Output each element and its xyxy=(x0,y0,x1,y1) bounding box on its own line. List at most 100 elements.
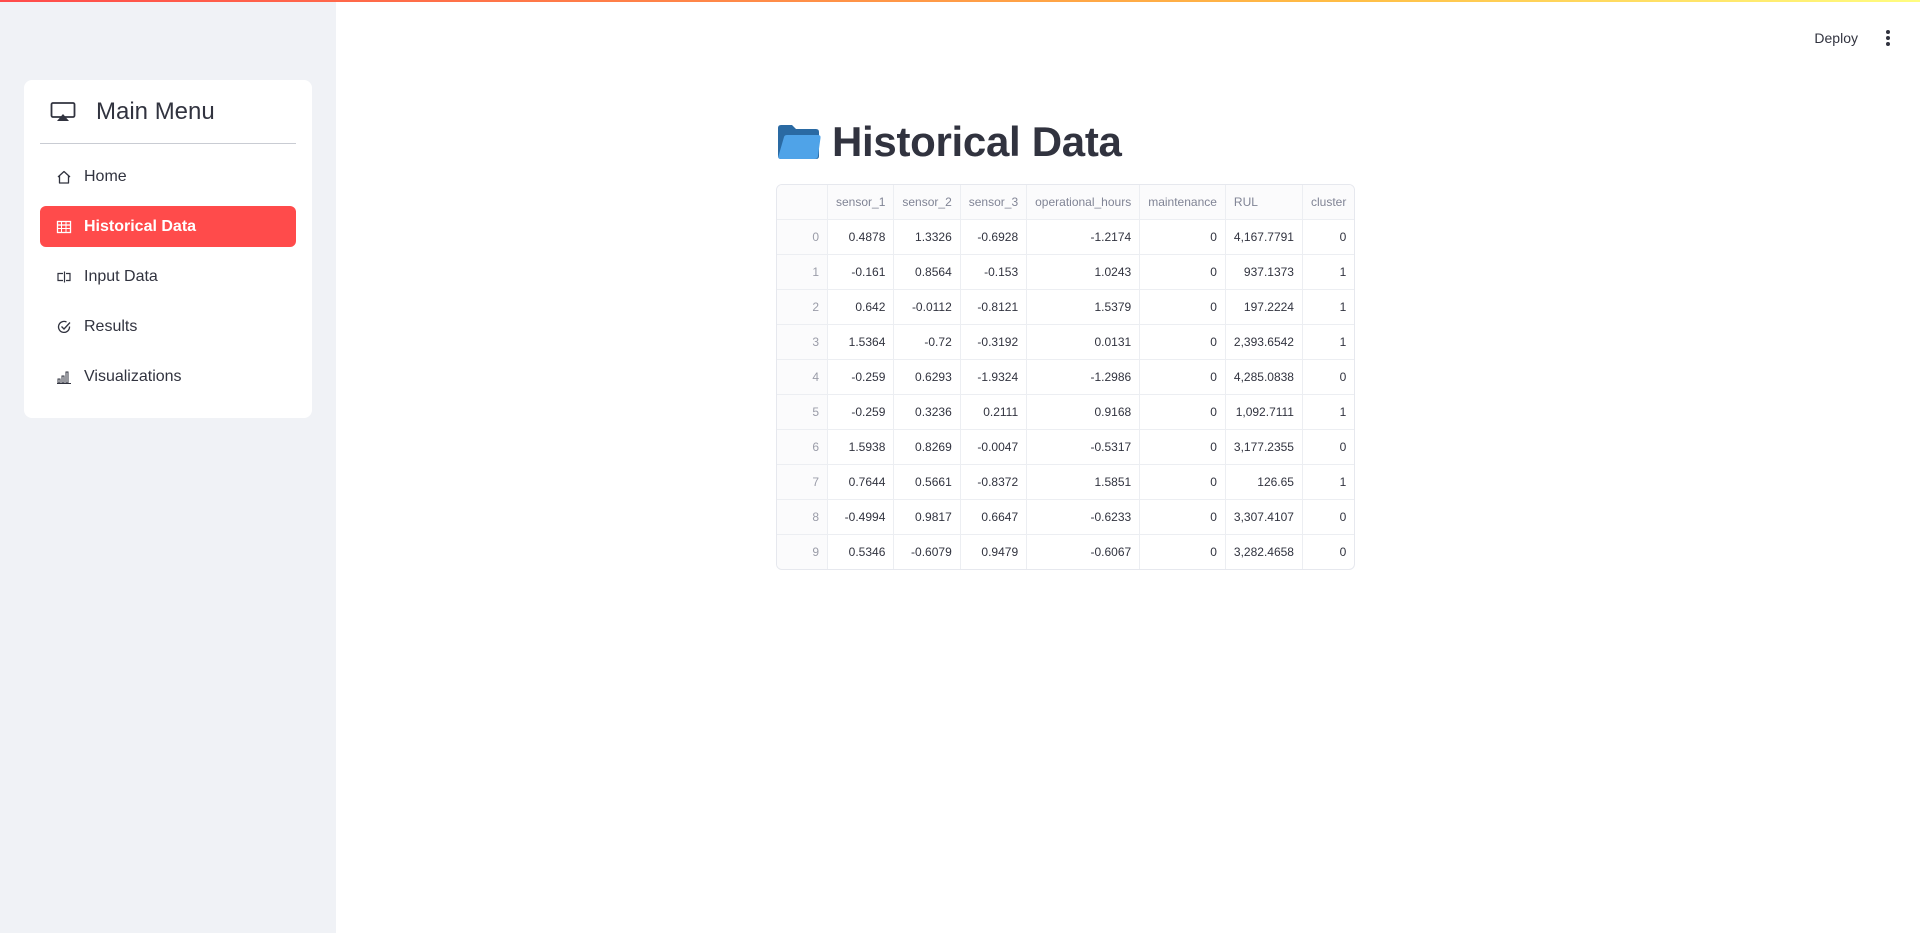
column-header[interactable] xyxy=(777,185,828,220)
sidebar-item-historical-data[interactable]: Historical Data xyxy=(40,206,296,247)
table-cell[interactable]: 0.7644 xyxy=(827,464,895,500)
table-cell[interactable]: 1.5379 xyxy=(1026,289,1141,325)
table-cell[interactable]: -0.259 xyxy=(827,394,895,430)
table-cell[interactable]: 1 xyxy=(1302,394,1355,430)
table-cell[interactable]: 1 xyxy=(1302,289,1355,325)
table-cell[interactable]: 0 xyxy=(1139,219,1226,255)
table-cell[interactable]: 3,307.4107 xyxy=(1225,499,1303,535)
sidebar-item-home[interactable]: Home xyxy=(40,156,296,197)
table-cell[interactable]: 4,285.0838 xyxy=(1225,359,1303,395)
table-cell[interactable]: 1.3326 xyxy=(893,219,961,255)
table-cell[interactable]: 0.4878 xyxy=(827,219,895,255)
table-cell[interactable]: 0.9817 xyxy=(893,499,961,535)
table-cell[interactable]: -0.72 xyxy=(893,324,961,360)
table-cell[interactable]: 0.5661 xyxy=(893,464,961,500)
table-cell[interactable]: 0.9168 xyxy=(1026,394,1141,430)
table-cell[interactable]: 0 xyxy=(1139,324,1226,360)
table-cell[interactable]: -1.2986 xyxy=(1026,359,1141,395)
table-cell[interactable]: 3,282.4658 xyxy=(1225,534,1303,569)
column-header[interactable]: maintenance xyxy=(1139,185,1226,220)
table-cell[interactable]: 1 xyxy=(1302,324,1355,360)
table-cell[interactable]: -0.5317 xyxy=(1026,429,1141,465)
page-title-row: Historical Data xyxy=(776,112,1476,172)
column-header[interactable]: RUL xyxy=(1225,185,1303,220)
table-cell[interactable]: -0.6079 xyxy=(893,534,961,569)
column-header[interactable]: cluster xyxy=(1302,185,1355,220)
table-cell[interactable]: 0 xyxy=(1139,359,1226,395)
table-cell[interactable]: -0.153 xyxy=(960,254,1028,290)
input-cursor-icon xyxy=(56,269,72,285)
table-cell[interactable]: 0 xyxy=(1139,534,1226,569)
table-cell[interactable]: 1.5364 xyxy=(827,324,895,360)
table-cell[interactable]: 0.642 xyxy=(827,289,895,325)
table-cell[interactable]: 1 xyxy=(1302,464,1355,500)
table-cell[interactable]: 0.2111 xyxy=(960,394,1028,430)
table-cell[interactable]: 197.2224 xyxy=(1225,289,1303,325)
table-cell[interactable]: 0 xyxy=(1139,254,1226,290)
row-index: 3 xyxy=(777,324,828,360)
column-header[interactable]: operational_hours xyxy=(1026,185,1141,220)
table-cell[interactable]: 0.0131 xyxy=(1026,324,1141,360)
table-cell[interactable]: 0 xyxy=(1302,499,1355,535)
column-header[interactable]: sensor_1 xyxy=(827,185,895,220)
sidebar: Main Menu Home Historical Data Input Dat… xyxy=(0,0,336,933)
table-cell[interactable]: 0 xyxy=(1302,535,1354,570)
table-cell[interactable]: -0.3192 xyxy=(960,324,1028,360)
table-cell[interactable]: -1.2174 xyxy=(1026,219,1141,255)
table-cell[interactable]: 4,167.7791 xyxy=(1225,219,1303,255)
table-row: 8 -0.4994 0.9817 0.6647 -0.6233 0 3,307.… xyxy=(777,499,1355,535)
table-row: 7 0.7644 0.5661 -0.8372 1.5851 0 126.65 … xyxy=(777,464,1355,500)
house-icon xyxy=(56,169,72,185)
table-cell[interactable]: 1.5851 xyxy=(1026,464,1141,500)
table-cell[interactable]: -0.6233 xyxy=(1026,499,1141,535)
table-cell[interactable]: 0 xyxy=(1302,359,1355,395)
table-icon xyxy=(56,219,72,235)
table-cell[interactable]: 0 xyxy=(1139,289,1226,325)
table-cell[interactable]: 0 xyxy=(1139,464,1226,500)
table-cell[interactable]: 2,393.6542 xyxy=(1225,324,1303,360)
table-cell[interactable]: -0.6067 xyxy=(1026,534,1141,569)
top-decoration-bar xyxy=(0,0,1920,2)
table-cell[interactable]: 0.8564 xyxy=(893,254,961,290)
table-cell[interactable]: 0 xyxy=(1302,429,1355,465)
check-circle-icon xyxy=(56,319,72,335)
table-cell[interactable]: 0 xyxy=(1302,219,1355,255)
table-cell[interactable]: 0.9479 xyxy=(960,534,1028,569)
sidebar-item-input-data[interactable]: Input Data xyxy=(40,256,296,297)
table-cell[interactable]: 1,092.7111 xyxy=(1225,394,1303,430)
table-cell[interactable]: 3,177.2355 xyxy=(1225,429,1303,465)
table-cell[interactable]: 1.0243 xyxy=(1026,254,1141,290)
table-cell[interactable]: -0.8372 xyxy=(960,464,1028,500)
row-index: 4 xyxy=(777,359,828,395)
table-cell[interactable]: -0.6928 xyxy=(960,219,1028,255)
table-cell[interactable]: 0.5346 xyxy=(827,534,895,569)
table-cell[interactable]: 0.6647 xyxy=(960,499,1028,535)
column-header[interactable]: sensor_3 xyxy=(960,185,1028,220)
menu-list: Home Historical Data Input Data Results … xyxy=(40,144,296,397)
table-cell[interactable]: -0.161 xyxy=(827,254,895,290)
table-cell[interactable]: 0 xyxy=(1139,429,1226,465)
table-cell[interactable]: 937.1373 xyxy=(1225,254,1303,290)
column-header[interactable]: sensor_2 xyxy=(893,185,961,220)
table-cell[interactable]: 0 xyxy=(1139,499,1226,535)
table-cell[interactable]: -0.259 xyxy=(827,359,895,395)
table-cell[interactable]: 0.3236 xyxy=(893,394,961,430)
sidebar-item-visualizations[interactable]: Visualizations xyxy=(40,356,296,397)
table-cell[interactable]: 0.8269 xyxy=(893,429,961,465)
table-cell[interactable]: 1.5938 xyxy=(827,429,895,465)
table-cell[interactable]: -0.0047 xyxy=(960,429,1028,465)
deploy-button[interactable]: Deploy xyxy=(1804,24,1868,52)
sidebar-item-results[interactable]: Results xyxy=(40,306,296,347)
table-cell[interactable]: 1 xyxy=(1302,254,1355,290)
row-index: 6 xyxy=(777,429,828,465)
more-menu-icon[interactable] xyxy=(1876,26,1900,50)
table-cell[interactable]: -0.4994 xyxy=(827,499,895,535)
table-cell[interactable]: 126.65 xyxy=(1225,464,1303,500)
table-cell[interactable]: 0 xyxy=(1139,394,1226,430)
data-table[interactable]: sensor_1 sensor_2 sensor_3 operational_h… xyxy=(776,184,1356,570)
table-cell[interactable]: 0.6293 xyxy=(893,359,961,395)
table-cell[interactable]: -0.8121 xyxy=(960,289,1028,325)
menu-title: Main Menu xyxy=(96,97,215,125)
table-cell[interactable]: -0.0112 xyxy=(893,289,961,325)
table-cell[interactable]: -1.9324 xyxy=(960,359,1028,395)
